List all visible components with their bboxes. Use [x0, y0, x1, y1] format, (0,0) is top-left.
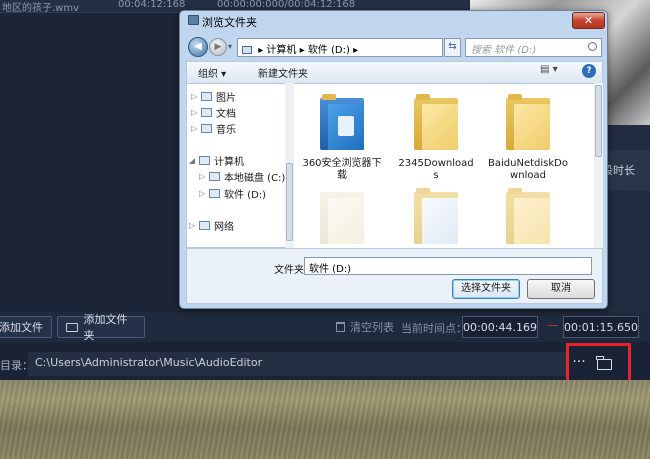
end-time-field[interactable]: 00:01:15.650 — [563, 316, 639, 338]
folder-name-input[interactable]: 软件 (D:) — [304, 257, 592, 275]
folder-item[interactable]: 360安全浏览器下载 — [302, 94, 382, 182]
nav-item-drive-d[interactable]: ▷ 软件 (D:) — [199, 186, 266, 201]
select-folder-button[interactable]: 选择文件夹 — [452, 279, 520, 299]
search-input[interactable]: 搜索 软件 (D:) — [465, 38, 602, 57]
breadcrumb-computer[interactable]: 计算机 — [266, 45, 296, 56]
music-icon — [201, 124, 212, 133]
add-folder-button[interactable]: 添加文件夹 — [57, 313, 145, 342]
nav-item-drive-c[interactable]: ▷ 本地磁盘 (C:) — [199, 169, 285, 184]
view-options-button[interactable]: ▤ ▾ — [540, 64, 558, 75]
breadcrumb-drive[interactable]: 软件 (D:) — [308, 45, 350, 56]
folder-label: BaiduNetdiskDownload — [488, 158, 568, 181]
cancel-button[interactable]: 取消 — [527, 279, 595, 299]
browse-folder-dialog: 浏览文件夹 ✕ ◀ ▶ ▾ ▸ 计算机 ▸ 软件 (D:) ▸ ⇆ 搜索 软件 … — [179, 10, 608, 309]
file-duration: 00:04:12:168 — [118, 0, 186, 10]
file-range: 00:00:00:000/00:04:12:168 — [217, 0, 356, 10]
folder-label: 2345Downloads — [398, 158, 474, 181]
dialog-title: 浏览文件夹 — [188, 14, 257, 30]
nav-scroll-thumb[interactable] — [286, 163, 293, 241]
search-icon — [588, 42, 597, 51]
refresh-button[interactable]: ⇆ — [444, 38, 461, 57]
file-name: 地区的孩子.wmv — [2, 3, 80, 14]
file-scroll-thumb[interactable] — [595, 85, 602, 157]
back-button[interactable]: ◀ — [188, 37, 208, 57]
address-bar[interactable]: ▸ 计算机 ▸ 软件 (D:) ▸ — [237, 38, 443, 57]
history-dropdown[interactable]: ▾ — [228, 42, 232, 51]
folder-item[interactable]: BaiduNetdiskDownload — [488, 94, 568, 182]
app-icon — [188, 15, 199, 25]
help-button[interactable]: ? — [582, 64, 596, 78]
pictures-icon — [201, 92, 212, 101]
time-separator: — — [547, 318, 559, 332]
folder-item[interactable] — [302, 188, 382, 244]
folder-item[interactable] — [488, 188, 568, 244]
folder-label: 360安全浏览器下载 — [302, 158, 382, 181]
forward-button[interactable]: ▶ — [209, 38, 227, 56]
file-pane: 360安全浏览器下载 2345Downloads BaiduNetdiskDow… — [294, 83, 601, 248]
close-button[interactable]: ✕ — [572, 12, 605, 29]
drive-icon — [209, 172, 220, 181]
nav-item-music[interactable]: ▷ 音乐 — [191, 121, 236, 136]
documents-icon — [201, 108, 212, 117]
folder-field-label: 文件夹: — [274, 265, 308, 276]
clear-list-button[interactable]: 清空列表 — [336, 319, 394, 335]
add-file-button[interactable]: 添加文件 — [0, 316, 52, 338]
nav-item-computer[interactable]: ◢ 计算机 — [189, 153, 244, 168]
trash-icon — [336, 322, 345, 332]
start-time-field[interactable]: 00:00:44.169 — [462, 316, 538, 338]
drive-icon — [209, 189, 220, 198]
output-path-field[interactable]: C:\Users\Administrator\Music\AudioEditor — [28, 352, 568, 376]
current-time-label: 当前时间点： — [401, 322, 467, 335]
nav-item-pictures[interactable]: ▷ 图片 — [191, 89, 236, 104]
background-photo — [0, 380, 650, 459]
organize-button[interactable]: 组织 ▾ — [198, 65, 226, 80]
new-folder-button[interactable]: 新建文件夹 — [258, 65, 308, 80]
folder-item[interactable] — [396, 188, 476, 244]
network-icon — [199, 221, 210, 230]
nav-item-documents[interactable]: ▷ 文档 — [191, 105, 236, 120]
folder-icon — [66, 322, 78, 332]
computer-icon — [199, 156, 210, 165]
nav-item-network[interactable]: ▷ 网络 — [189, 218, 234, 233]
navigation-pane: ▷ 图片 ▷ 文档 ▷ 音乐 ◢ 计算机 ▷ 本地磁盘 (C:) ▷ 软件 (D:) ▷ 网络 — [186, 83, 294, 265]
computer-icon — [242, 46, 252, 54]
folder-item[interactable]: 2345Downloads — [396, 94, 476, 182]
